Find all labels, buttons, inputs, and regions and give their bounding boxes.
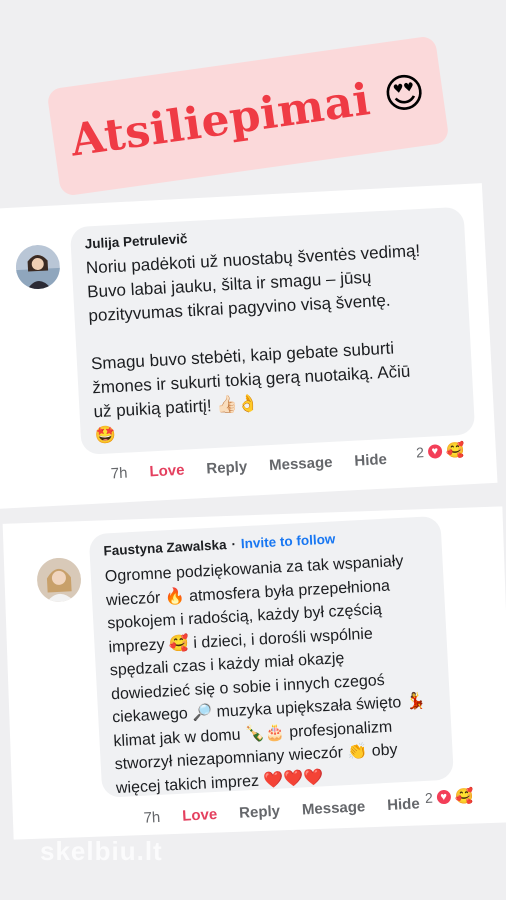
watermark: skelbiu.lt	[40, 836, 163, 866]
comment-time[interactable]: 7h	[143, 809, 161, 827]
avatar[interactable]	[35, 556, 83, 603]
reaction-summary[interactable]: 2 ♥ 🥰	[424, 786, 474, 807]
hug-emoji-icon: 🥰	[454, 787, 474, 806]
comment-body: Ogromne podziękowania za tak wspaniały w…	[104, 552, 431, 797]
comment-actions: 7h Love Reply Message Hide	[143, 794, 442, 827]
message-button[interactable]: Message	[302, 798, 366, 818]
comment-bubble: Faustyna Zawalska · Invite to follow Ogr…	[88, 515, 455, 798]
love-button[interactable]: Love	[182, 806, 218, 825]
comment-author[interactable]: Faustyna Zawalska	[103, 537, 227, 558]
reply-button[interactable]: Reply	[239, 803, 281, 822]
hide-button[interactable]: Hide	[387, 795, 420, 814]
separator: ·	[231, 536, 237, 552]
heart-icon: ♥	[434, 787, 454, 807]
review-2: Faustyna Zawalska · Invite to follow Ogr…	[0, 0, 506, 900]
invite-to-follow-link[interactable]: Invite to follow	[241, 531, 336, 551]
reaction-count: 2	[424, 789, 434, 807]
